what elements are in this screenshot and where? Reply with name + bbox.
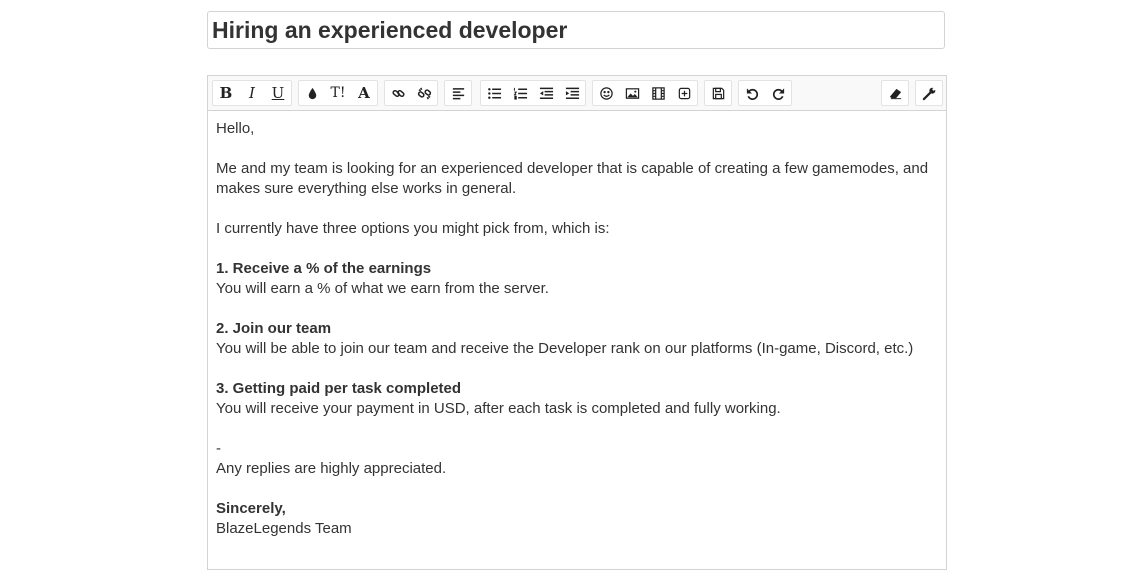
bullet-list-icon (487, 87, 501, 99)
bold-button[interactable]: B (213, 81, 239, 105)
italic-button[interactable]: I (239, 81, 265, 105)
editor-toolbar: B I U T! A (208, 76, 946, 111)
options-intro-text: I currently have three options you might… (216, 220, 610, 237)
smiley-icon (599, 86, 613, 100)
list-group (480, 80, 586, 106)
option-1-title: 1. Receive a % of the earnings (216, 260, 432, 277)
indent-icon (565, 87, 579, 99)
insert-group (592, 80, 698, 106)
option-3-title: 3. Getting paid per task completed (216, 380, 462, 397)
text-style-group: B I U (212, 80, 292, 106)
image-icon (625, 87, 639, 99)
option-2-text: You will be able to join our team and re… (216, 340, 914, 357)
insert-image-button[interactable] (619, 81, 645, 105)
align-left-icon (452, 87, 464, 99)
undo-button[interactable] (739, 81, 765, 105)
eraser-icon (889, 88, 901, 99)
remove-link-button[interactable] (411, 81, 437, 105)
droplet-icon (308, 87, 316, 99)
insert-media-button[interactable] (645, 81, 671, 105)
editor-settings-button[interactable] (916, 81, 942, 105)
option-2-title: 2. Join our team (216, 320, 332, 337)
option-3-text: You will receive your payment in USD, af… (216, 400, 781, 417)
indent-button[interactable] (559, 81, 585, 105)
link-group (384, 80, 438, 106)
remove-format-button[interactable] (882, 81, 908, 105)
undo-icon (746, 87, 758, 100)
align-button[interactable] (445, 81, 471, 105)
save-group (704, 80, 732, 106)
link-icon (391, 89, 405, 97)
numbered-list-icon (513, 87, 527, 100)
greeting-text: Hello, (216, 120, 255, 137)
plus-square-icon (678, 87, 690, 99)
text-color-button[interactable] (299, 81, 325, 105)
thread-title-input[interactable] (207, 11, 945, 49)
unlink-icon (417, 87, 431, 99)
font-size-button[interactable]: T! (325, 81, 351, 105)
history-group (738, 80, 792, 106)
insert-more-button[interactable] (671, 81, 697, 105)
signature-text: BlazeLegends Team (216, 520, 352, 537)
floppy-disk-icon (712, 87, 724, 99)
film-icon (651, 86, 665, 100)
underline-button[interactable]: U (265, 81, 291, 105)
redo-button[interactable] (765, 81, 791, 105)
outdent-icon (539, 87, 553, 99)
emoji-button[interactable] (593, 81, 619, 105)
save-draft-button[interactable] (705, 81, 731, 105)
redo-icon (772, 87, 784, 100)
align-group (444, 80, 472, 106)
editor-content[interactable]: Hello, Me and my team is looking for an … (208, 111, 946, 539)
outdent-button[interactable] (533, 81, 559, 105)
numbered-list-button[interactable] (507, 81, 533, 105)
option-1-text: You will earn a % of what we earn from t… (216, 280, 549, 297)
bullet-list-button[interactable] (481, 81, 507, 105)
clear-format-group (881, 80, 909, 106)
settings-group (915, 80, 943, 106)
rich-text-editor: B I U T! A Hello, Me and my team is look… (207, 75, 947, 570)
font-family-button[interactable]: A (351, 81, 377, 105)
closing-text: Any replies are highly appreciated. (216, 460, 447, 477)
intro-paragraph: Me and my team is looking for an experie… (216, 160, 929, 197)
wrench-icon (922, 87, 935, 100)
signoff-text: Sincerely, (216, 500, 286, 517)
insert-link-button[interactable] (385, 81, 411, 105)
font-group: T! A (298, 80, 378, 106)
separator-text: - (216, 440, 221, 457)
